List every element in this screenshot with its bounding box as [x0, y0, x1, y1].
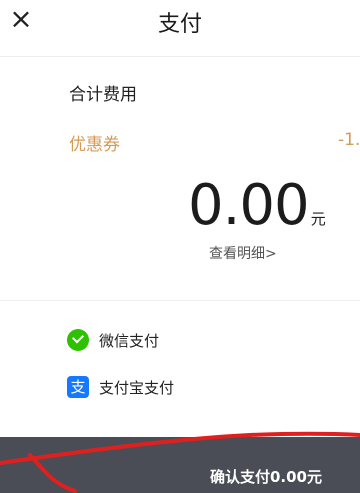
payment-option-label: 支付宝支付 — [99, 378, 175, 397]
payment-option-label: 微信支付 — [99, 331, 160, 350]
alipay-icon: 支 — [67, 376, 89, 398]
page-title: 支付 — [157, 12, 202, 37]
coupon-amount: -1. — [338, 130, 360, 150]
divider — [0, 56, 360, 57]
wechat-icon — [67, 329, 89, 351]
total-amount: 0.00 元 — [188, 176, 326, 236]
amount-value: 0.00 — [188, 173, 310, 238]
payment-option-alipay[interactable]: 支 支付宝支付 — [67, 374, 174, 400]
view-details-link[interactable]: 查看明细> — [209, 243, 277, 263]
total-cost-label: 合计费用 — [69, 85, 137, 105]
confirm-pay-button[interactable]: 确认支付0.00元 — [210, 466, 322, 487]
header-bar: × 支付 — [0, 0, 360, 42]
footer-bar: 确认支付0.00元 — [0, 437, 360, 493]
payment-option-wechat[interactable]: 微信支付 — [67, 327, 159, 353]
currency-unit: 元 — [310, 210, 326, 228]
divider — [0, 300, 360, 301]
coupon-label[interactable]: 优惠券 — [69, 130, 120, 155]
